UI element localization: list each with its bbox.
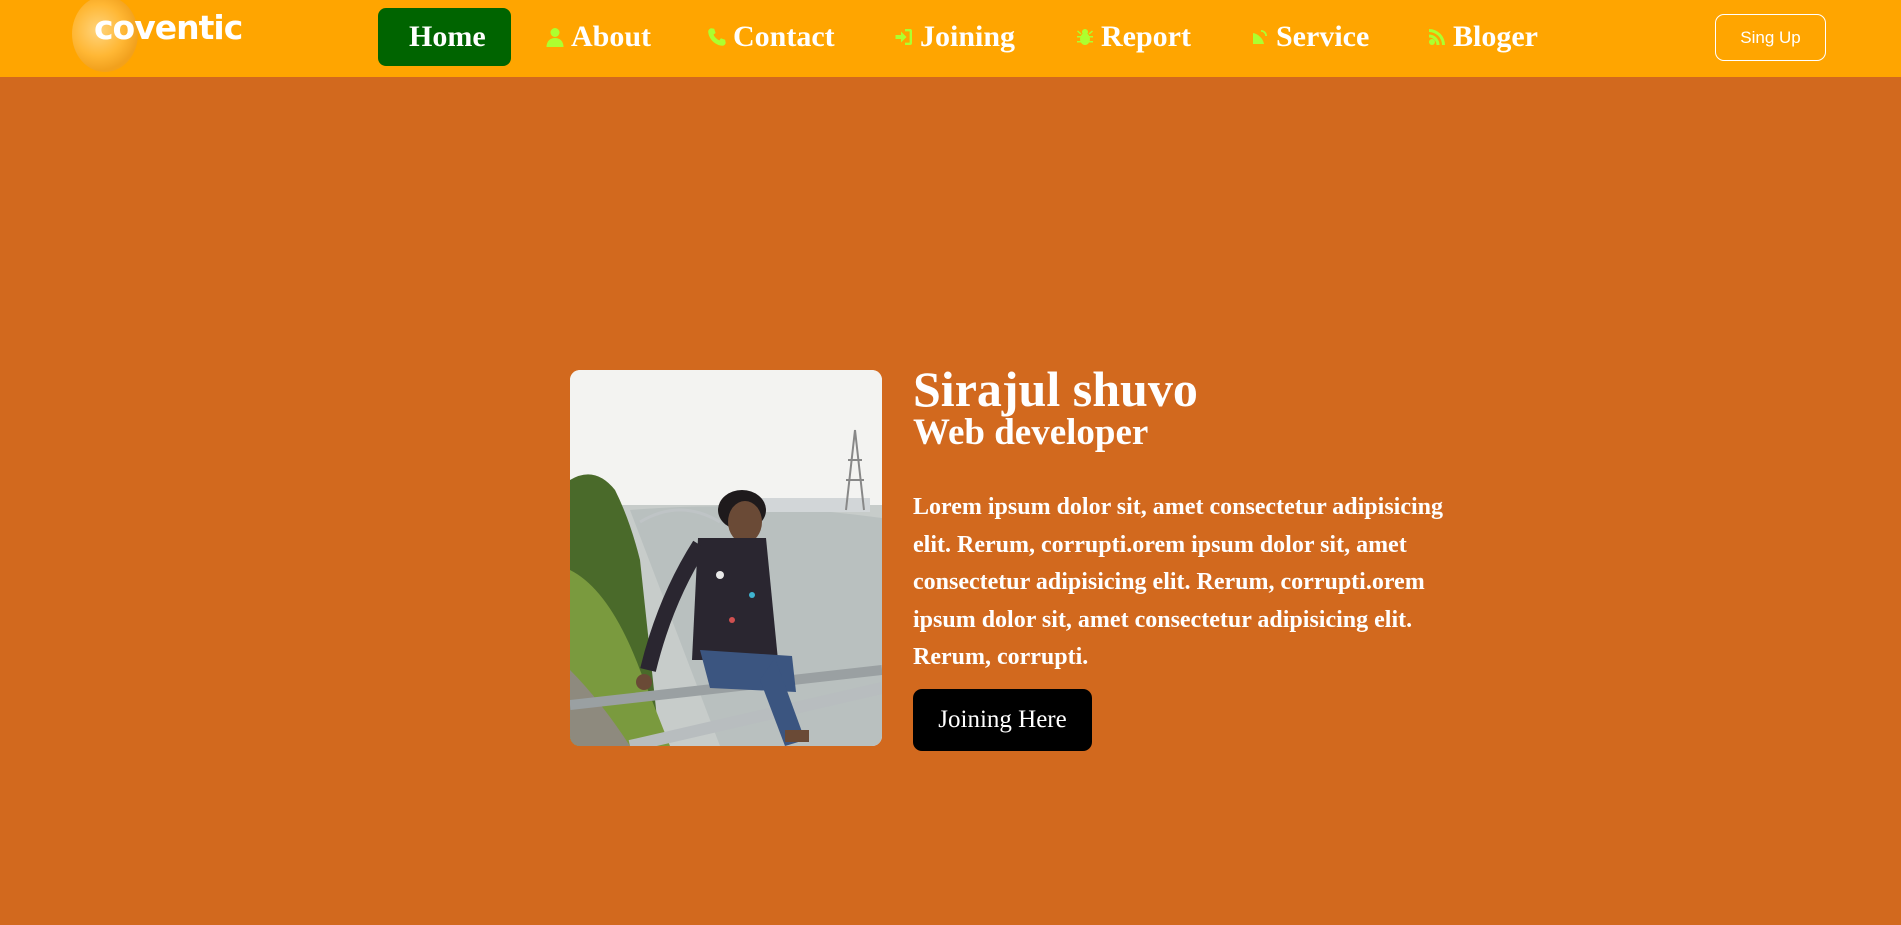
nav-label-about: About — [571, 20, 652, 53]
profile-role: Web developer — [913, 412, 1149, 453]
logo-text: coventic — [94, 8, 243, 47]
nav-item-joining[interactable]: Joining — [891, 8, 1015, 66]
blog-icon — [1424, 24, 1450, 50]
nav-item-report[interactable]: Report — [1072, 8, 1191, 66]
profile-description: Lorem ipsum dolor sit, amet consectetur … — [913, 494, 1443, 670]
phone-icon — [704, 24, 730, 50]
nav-label-blogger: Bloger — [1453, 20, 1538, 53]
nav-label-joining: Joining — [920, 20, 1016, 53]
navbar: coventic Home About Contact Joining Repo… — [0, 0, 1901, 77]
joining-here-button[interactable]: Joining Here — [913, 689, 1092, 751]
profile-photo-illustration — [570, 370, 882, 746]
nav-label-service: Service — [1276, 20, 1370, 53]
nav-item-service[interactable]: Service — [1247, 8, 1369, 66]
nav-label-home: Home — [409, 20, 486, 53]
profile-photo — [570, 370, 882, 746]
nav-item-about[interactable]: About — [542, 8, 651, 66]
satellite-dish-icon — [1247, 24, 1273, 50]
nav-item-home[interactable]: Home — [378, 8, 511, 66]
bug-icon — [1072, 24, 1098, 50]
nav-label-contact: Contact — [733, 20, 835, 53]
nav-label-report: Report — [1101, 20, 1191, 53]
nav-item-contact[interactable]: Contact — [704, 8, 835, 66]
signup-button[interactable]: Sing Up — [1715, 14, 1826, 61]
nav-item-blogger[interactable]: Bloger — [1424, 8, 1538, 66]
user-icon — [542, 24, 568, 50]
brand-logo[interactable]: coventic — [72, 0, 243, 72]
sign-in-icon — [891, 24, 917, 50]
